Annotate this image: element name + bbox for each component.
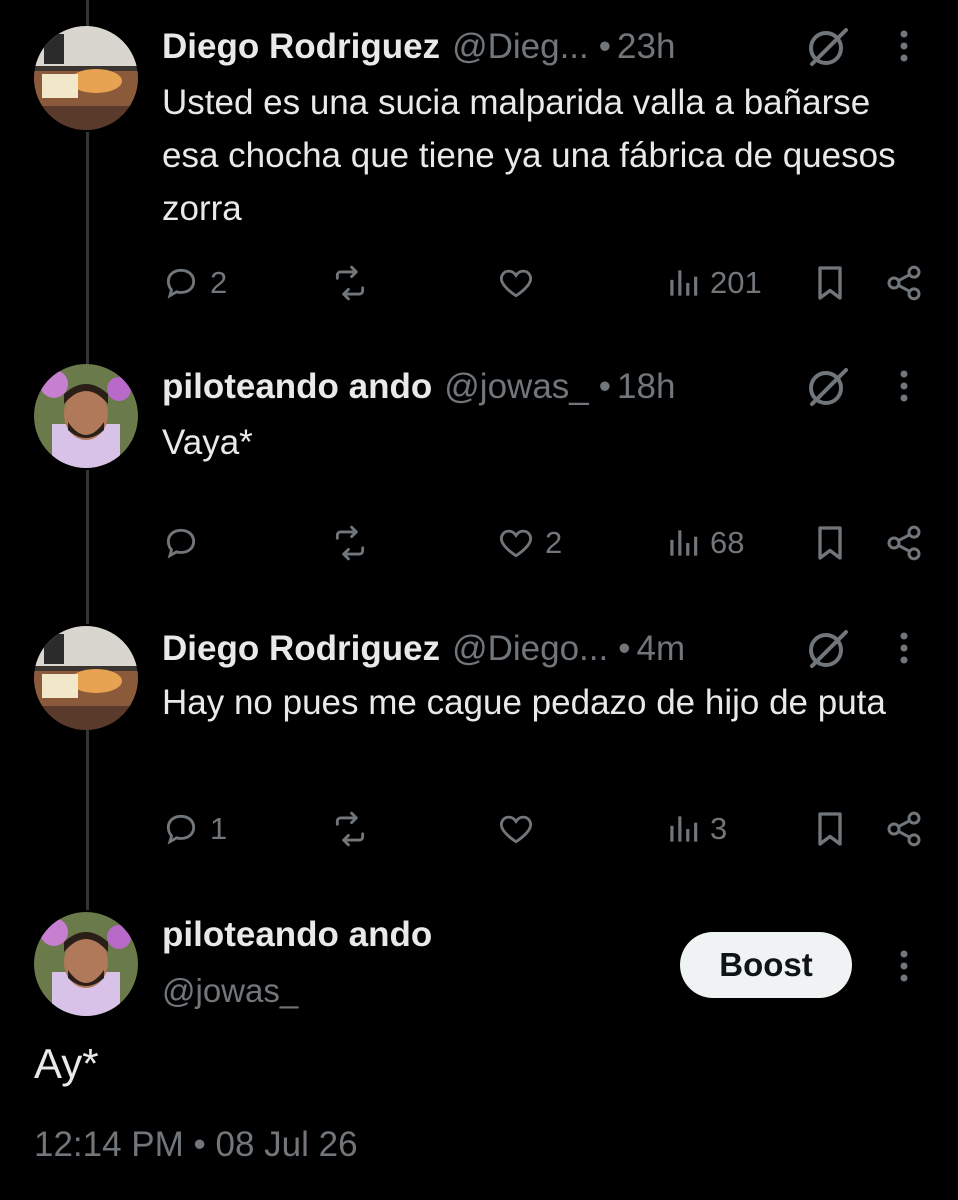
action-bar: 2 68 — [0, 518, 958, 568]
avatar[interactable] — [34, 912, 138, 1016]
reply-count: 1 — [210, 811, 228, 846]
more-vertical-icon[interactable] — [888, 624, 920, 672]
views-button[interactable]: 68 — [666, 518, 744, 568]
views-button[interactable]: 201 — [666, 258, 762, 308]
avatar[interactable] — [34, 26, 138, 130]
reply-count: 2 — [210, 265, 228, 300]
reply-header: Diego Rodriguez @Dieg... • 23h — [162, 22, 675, 72]
author-name[interactable]: piloteando ando — [162, 915, 432, 955]
reply-icon — [162, 810, 200, 848]
reply-button[interactable]: 2 — [162, 258, 227, 308]
heart-icon — [497, 810, 535, 848]
reply-header: Diego Rodriguez @Diego... • 4m — [162, 624, 685, 674]
separator-dot: • — [598, 367, 612, 406]
repost-icon — [330, 810, 370, 848]
avatar[interactable] — [34, 626, 138, 730]
author-handle[interactable]: @Dieg... — [452, 27, 589, 67]
like-count: 2 — [545, 525, 563, 560]
thread-line — [86, 0, 89, 28]
grok-icon[interactable] — [804, 362, 852, 410]
bookmark-button[interactable] — [812, 518, 848, 568]
post-time[interactable]: 4m — [636, 629, 685, 669]
more-vertical-icon[interactable] — [888, 942, 920, 990]
reply-button[interactable]: 1 — [162, 804, 227, 854]
more-vertical-icon[interactable] — [888, 362, 920, 410]
post-text: Vaya* — [162, 423, 253, 462]
like-button[interactable]: 2 — [497, 518, 562, 568]
author-name[interactable]: Diego Rodriguez — [162, 27, 440, 67]
post-timestamp[interactable]: 12:14 PM • 08 Jul 26 — [34, 1125, 358, 1165]
author-name[interactable]: piloteando ando — [162, 367, 432, 407]
action-bar: 1 3 — [0, 804, 958, 854]
post-text: Usted es una sucia malparida valla a bañ… — [162, 83, 896, 228]
views-chart-icon — [666, 810, 700, 848]
separator-dot: • — [598, 27, 612, 66]
separator-dot: • — [618, 629, 631, 668]
view-count: 68 — [710, 525, 745, 560]
reply-header: piloteando ando @jowas_ • 18h — [162, 362, 675, 412]
avatar[interactable] — [34, 364, 138, 468]
repost-button[interactable] — [330, 518, 380, 568]
grok-icon[interactable] — [804, 22, 852, 70]
grok-icon[interactable] — [804, 624, 852, 672]
repost-button[interactable] — [330, 258, 380, 308]
repost-icon — [330, 264, 370, 302]
post-text: Hay no pues me cague pedazo de hijo de p… — [162, 683, 886, 722]
heart-icon — [497, 524, 535, 562]
thread-line — [86, 132, 89, 364]
bookmark-icon — [812, 809, 848, 849]
share-icon — [884, 523, 924, 563]
repost-icon — [330, 524, 370, 562]
reply-icon — [162, 264, 200, 302]
author-handle[interactable]: @jowas_ — [444, 367, 588, 407]
repost-button[interactable] — [330, 804, 380, 854]
bookmark-button[interactable] — [812, 804, 848, 854]
share-icon — [884, 263, 924, 303]
views-chart-icon — [666, 264, 700, 302]
share-button[interactable] — [884, 258, 924, 308]
bookmark-icon — [812, 523, 848, 563]
reply-button[interactable] — [162, 518, 210, 568]
reply-icon — [162, 524, 200, 562]
views-chart-icon — [666, 524, 700, 562]
bookmark-icon — [812, 263, 848, 303]
boost-button[interactable]: Boost — [680, 932, 852, 998]
like-button[interactable] — [497, 804, 545, 854]
view-count: 3 — [710, 811, 728, 846]
views-button[interactable]: 3 — [666, 804, 727, 854]
author-handle[interactable]: @Diego... — [452, 629, 608, 669]
heart-icon — [497, 264, 535, 302]
bookmark-button[interactable] — [812, 258, 848, 308]
post-time[interactable]: 23h — [617, 27, 675, 67]
post-text: Ay* — [34, 1040, 99, 1087]
like-button[interactable] — [497, 258, 545, 308]
action-bar: 2 201 — [0, 258, 958, 308]
view-count: 201 — [710, 265, 762, 300]
author-handle[interactable]: @jowas_ — [162, 972, 298, 1010]
share-button[interactable] — [884, 804, 924, 854]
author-name[interactable]: Diego Rodriguez — [162, 629, 440, 669]
more-vertical-icon[interactable] — [888, 22, 920, 70]
share-button[interactable] — [884, 518, 924, 568]
post-time[interactable]: 18h — [617, 367, 675, 407]
share-icon — [884, 809, 924, 849]
